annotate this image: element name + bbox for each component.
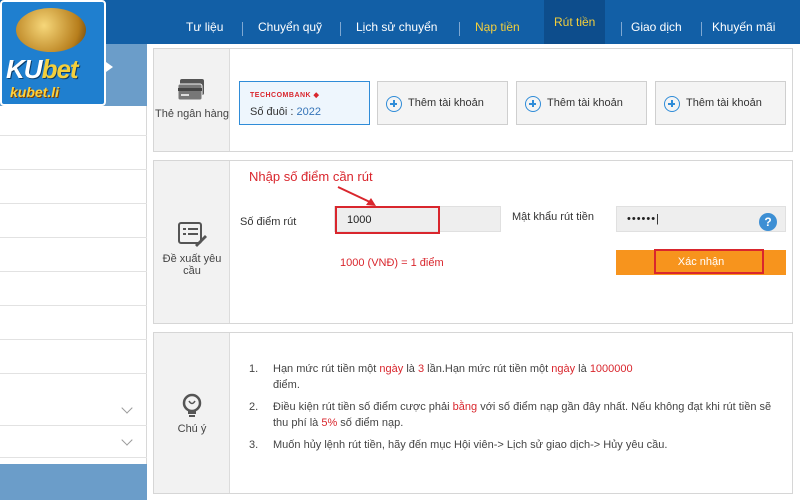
withdraw-request-panel: Đề xuất yêu cầu Nhập số điểm cần rút Số … [153,160,793,324]
credit-card-icon [177,79,204,101]
withdraw-panel-side: Đề xuất yêu cầu [154,161,230,323]
logo-wordmark: KUbet [6,54,79,84]
note-item: 3. Muốn hủy lệnh rút tiền, hãy đến mục H… [249,439,668,451]
nav-lich-su-chuyen[interactable]: Lịch sử chuyển [356,0,437,44]
points-label: Số điểm rút [240,216,297,228]
nav-divider [340,22,341,36]
exchange-rate: 1000 (VNĐ) = 1 điểm [340,257,444,269]
bank-logo: TECHCOMBANK ◆ [250,92,320,99]
sidebar-item[interactable] [0,174,147,204]
plus-circle-icon [664,96,680,112]
notes-panel-side: Chú ý [154,333,230,493]
password-input-value: ••••••| [627,213,660,225]
add-account-button[interactable]: Thêm tài khoản [516,81,647,125]
nav-divider [701,22,702,36]
sidebar-item[interactable] [0,276,147,306]
logo-domain: kubet.li [10,84,60,100]
nav-tu-lieu[interactable]: Tư liệu [186,0,223,44]
points-hint: Nhập số điểm cần rút [249,169,373,184]
sidebar-item-expandable[interactable] [0,396,147,426]
nav-khuyen-mai[interactable]: Khuyến mãi [712,0,775,44]
help-icon[interactable]: ? [759,213,777,231]
note-item: 1. Hạn mức rút tiền một ngày là 3 lần.Hạ… [249,363,633,391]
nav-chuyen-quy[interactable]: Chuyển quỹ [258,0,322,44]
kubet-logo[interactable]: KUbet kubet.li [0,0,106,106]
confirm-button[interactable]: Xác nhận [616,249,786,275]
sidebar-footer [0,464,147,500]
sidebar-item[interactable] [0,310,147,340]
chevron-down-icon [121,402,133,414]
notes-panel: Chú ý 1. Hạn mức rút tiền một ngày là 3 … [153,332,793,494]
nav-divider [459,22,460,36]
coin-stack-icon [16,8,86,52]
withdraw-caption: Đề xuất yêu cầu [162,253,222,277]
add-account-button[interactable]: Thêm tài khoản [377,81,508,125]
bank-card-caption: Thẻ ngân hàng [154,108,229,120]
note-item: 2. Điều kiện rút tiền số điểm cược phải … [249,401,772,429]
plus-circle-icon [525,96,541,112]
add-account-button[interactable]: Thêm tài khoản [655,81,786,125]
sidebar-item[interactable] [0,140,147,170]
sidebar-item[interactable] [0,344,147,374]
sidebar-item-expandable[interactable] [0,428,147,458]
hint-arrow-icon [337,186,376,206]
caret-right-icon [106,62,113,72]
password-label: Mật khẩu rút tiền [512,211,594,223]
points-input[interactable]: 1000 [334,206,501,234]
chevron-down-icon [121,434,133,446]
nav-rut-tien-active[interactable]: Rút tiền [544,0,606,44]
nav-divider [621,22,622,36]
nav-nap-tien[interactable]: Nạp tiền [475,0,520,44]
sidebar-item[interactable] [0,242,147,272]
sidebar [0,44,147,500]
lightbulb-icon [182,393,202,417]
sidebar-item[interactable] [0,208,147,238]
nav-divider [242,22,243,36]
bank-card-panel-side: Thẻ ngân hàng [154,49,230,151]
confirm-highlight-frame [654,249,764,274]
top-navigation: Tư liệu Chuyển quỹ Lịch sử chuyển Nạp ti… [0,0,800,44]
plus-circle-icon [386,96,402,112]
notes-caption: Chú ý [177,423,207,435]
bank-card-suffix: Số đuôi : 2022 [250,106,321,118]
points-highlight-frame [335,206,440,234]
bank-card-panel: Thẻ ngân hàng TECHCOMBANK ◆ Số đuôi : 20… [153,48,793,152]
nav-giao-dich[interactable]: Giao dịch [631,0,682,44]
request-form-icon [178,222,207,247]
saved-bank-card[interactable]: TECHCOMBANK ◆ Số đuôi : 2022 [239,81,370,125]
sidebar-item[interactable] [0,106,147,136]
